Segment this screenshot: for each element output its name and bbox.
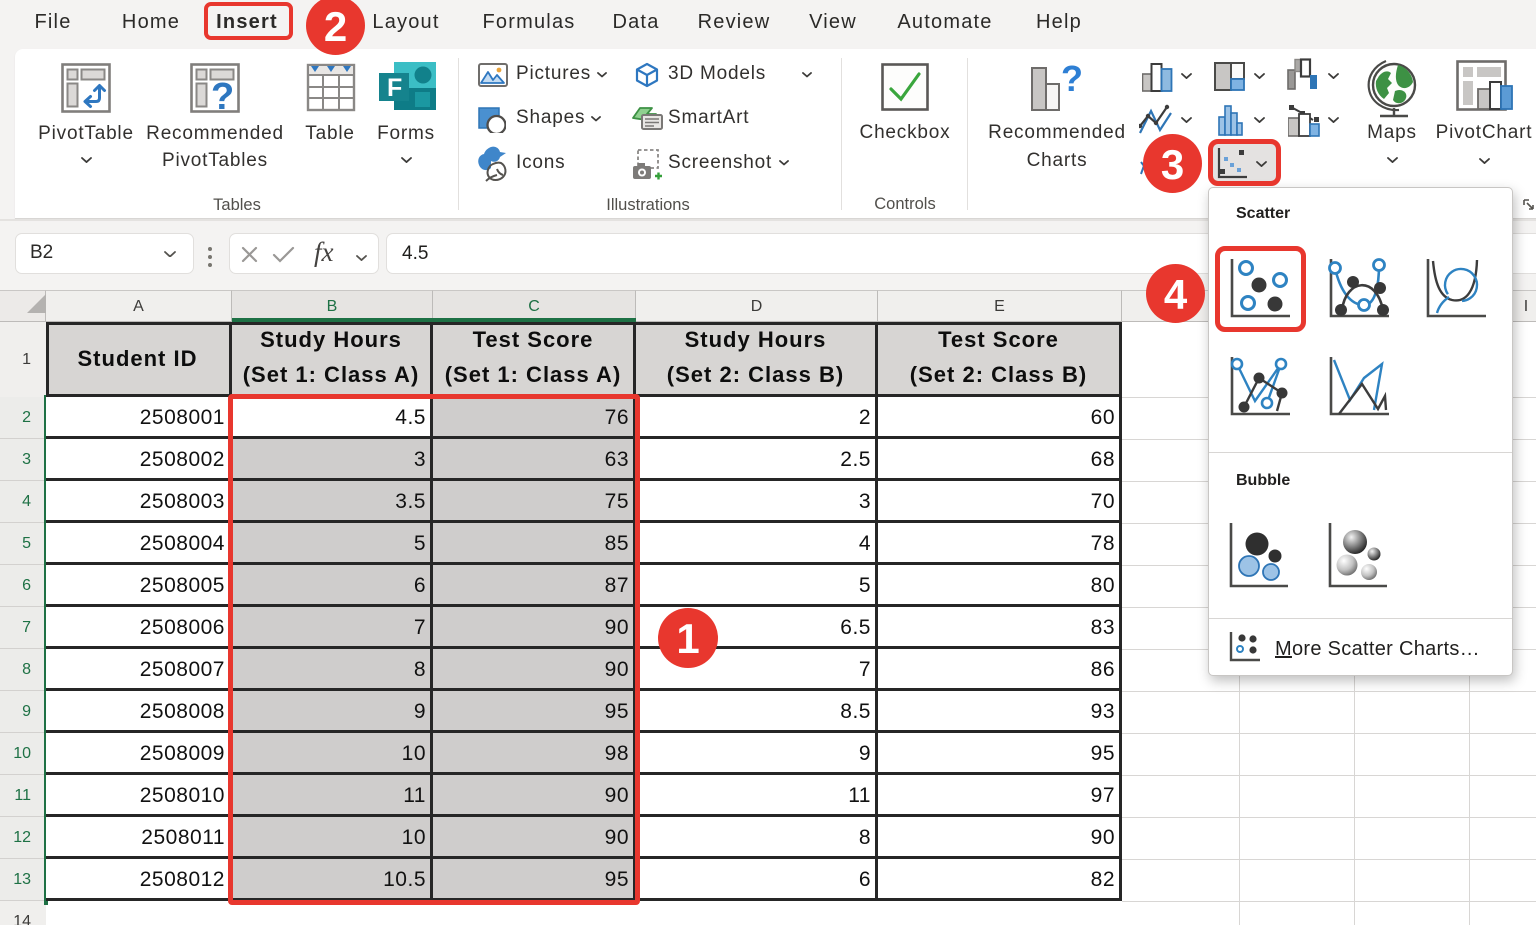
svg-text:?: ? bbox=[1061, 60, 1083, 99]
svg-text:F: F bbox=[387, 74, 402, 102]
svg-text:?: ? bbox=[211, 76, 234, 113]
